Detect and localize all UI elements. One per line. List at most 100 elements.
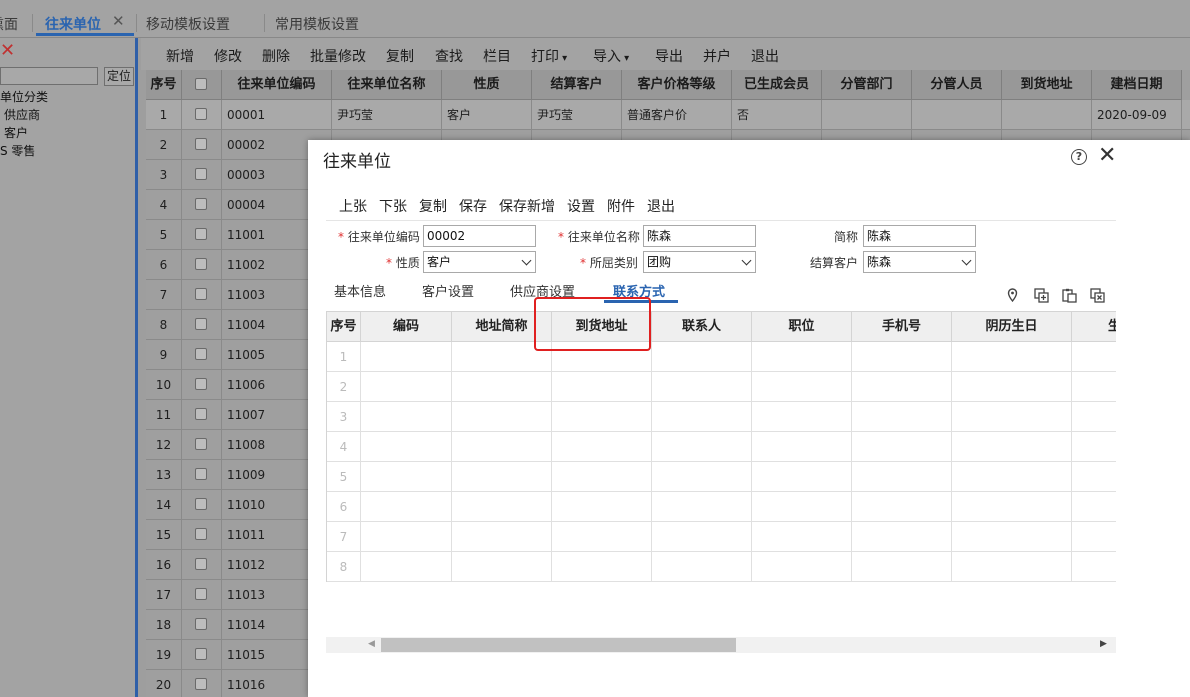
table-cell[interactable] [452, 432, 552, 462]
col-header-price-level[interactable]: 客户价格等级 [622, 70, 732, 100]
table-cell[interactable] [1072, 402, 1116, 432]
row-checkbox[interactable] [195, 348, 207, 360]
table-cell[interactable] [952, 432, 1072, 462]
table-cell[interactable] [752, 552, 852, 582]
save-button[interactable]: 保存 [459, 196, 487, 216]
table-cell[interactable] [1072, 342, 1116, 372]
name-field[interactable]: 陈森 [643, 225, 756, 247]
table-cell[interactable] [361, 402, 452, 432]
print-button[interactable]: 打印 ▾ [531, 46, 567, 66]
paste-row-icon[interactable] [1062, 288, 1077, 307]
row-checkbox[interactable] [195, 318, 207, 330]
table-cell[interactable] [852, 492, 952, 522]
tab-customer-settings[interactable]: 客户设置 [422, 281, 474, 300]
scroll-left-icon[interactable]: ◀ [368, 639, 375, 649]
col-header-nature[interactable]: 性质 [442, 70, 532, 100]
table-cell[interactable] [452, 402, 552, 432]
row-checkbox[interactable] [195, 288, 207, 300]
table-cell[interactable] [652, 372, 752, 402]
table-cell[interactable] [552, 492, 652, 522]
table-cell[interactable] [361, 432, 452, 462]
copy-button[interactable]: 复制 [386, 46, 414, 66]
row-checkbox[interactable] [195, 378, 207, 390]
table-cell[interactable] [752, 462, 852, 492]
short-name-field[interactable]: 陈森 [863, 225, 976, 247]
close-icon[interactable]: ✕ [0, 40, 15, 61]
table-cell[interactable] [652, 462, 752, 492]
table-cell[interactable] [452, 462, 552, 492]
tree-node-root[interactable]: 单位分类 [0, 88, 48, 105]
row-checkbox[interactable] [195, 498, 207, 510]
table-cell[interactable] [1072, 372, 1116, 402]
table-cell[interactable] [652, 492, 752, 522]
table-cell[interactable] [752, 372, 852, 402]
table-cell[interactable] [1072, 462, 1116, 492]
table-cell[interactable] [652, 552, 752, 582]
table-cell[interactable] [1072, 522, 1116, 552]
table-row[interactable]: 4 [327, 432, 1116, 462]
table-cell[interactable] [952, 522, 1072, 552]
table-cell[interactable] [552, 432, 652, 462]
col-header-lunar-birthday[interactable]: 阴历生日 [952, 311, 1072, 342]
row-checkbox[interactable] [195, 648, 207, 660]
edit-button[interactable]: 修改 [214, 46, 242, 66]
row-checkbox[interactable] [195, 618, 207, 630]
row-checkbox[interactable] [195, 438, 207, 450]
table-cell[interactable] [852, 552, 952, 582]
table-cell[interactable] [852, 372, 952, 402]
table-cell[interactable] [652, 522, 752, 552]
scroll-right-icon[interactable]: ▶ [1100, 639, 1107, 649]
table-cell[interactable] [652, 342, 752, 372]
dialog-copy-button[interactable]: 复制 [419, 196, 447, 216]
locate-button[interactable]: 定位 [104, 67, 134, 86]
table-cell[interactable] [361, 492, 452, 522]
table-cell[interactable] [852, 522, 952, 552]
table-row[interactable]: 8 [327, 552, 1116, 582]
table-cell[interactable] [452, 552, 552, 582]
table-cell[interactable] [552, 522, 652, 552]
tab-home[interactable]: 熏面 [0, 14, 18, 34]
col-header-index[interactable]: 序号 [327, 311, 361, 342]
batch-edit-button[interactable]: 批量修改 [310, 46, 366, 66]
table-cell[interactable] [652, 402, 752, 432]
table-cell[interactable] [752, 402, 852, 432]
save-and-new-button[interactable]: 保存新增 [499, 196, 555, 216]
row-checkbox[interactable] [195, 258, 207, 270]
row-checkbox[interactable] [195, 138, 207, 150]
horizontal-scrollbar[interactable]: ◀ ▶ [326, 637, 1116, 653]
table-row[interactable]: 3 [327, 402, 1116, 432]
help-icon[interactable]: ? [1071, 149, 1087, 165]
scrollbar-thumb[interactable] [381, 638, 736, 652]
next-record-button[interactable]: 下张 [379, 196, 407, 216]
row-checkbox[interactable] [195, 528, 207, 540]
table-row[interactable]: 1 [327, 342, 1116, 372]
row-checkbox[interactable] [195, 408, 207, 420]
col-header-address[interactable]: 到货地址 [1002, 70, 1092, 100]
table-cell[interactable] [952, 492, 1072, 522]
find-button[interactable]: 查找 [435, 46, 463, 66]
row-checkbox[interactable] [195, 588, 207, 600]
col-header-settle[interactable]: 结算客户 [532, 70, 622, 100]
table-cell[interactable] [852, 462, 952, 492]
nature-select[interactable]: 客户 [423, 251, 536, 273]
tree-node-retail[interactable]: S 零售 [0, 142, 35, 159]
table-cell[interactable] [452, 372, 552, 402]
table-cell[interactable] [952, 402, 1072, 432]
col-header-name[interactable]: 往来单位名称 [332, 70, 442, 100]
location-pin-icon[interactable] [1006, 288, 1019, 306]
settle-customer-select[interactable]: 陈森 [863, 251, 976, 273]
tab-common-template[interactable]: 常用模板设置 [275, 14, 359, 34]
attachment-button[interactable]: 附件 [607, 196, 635, 216]
columns-button[interactable]: 栏目 [483, 46, 511, 66]
dialog-exit-button[interactable]: 退出 [647, 196, 675, 216]
row-checkbox[interactable] [195, 168, 207, 180]
row-checkbox[interactable] [195, 558, 207, 570]
export-button[interactable]: 导出 [655, 46, 683, 66]
tab-mobile-template[interactable]: 移动模板设置 [146, 14, 230, 34]
delete-button[interactable]: 删除 [262, 46, 290, 66]
close-icon[interactable]: ✕ [1098, 143, 1116, 168]
col-header-member[interactable]: 已生成会员 [732, 70, 822, 100]
col-header-code[interactable]: 往来单位编码 [222, 70, 332, 100]
table-cell[interactable] [952, 462, 1072, 492]
delete-row-icon[interactable] [1090, 288, 1105, 307]
